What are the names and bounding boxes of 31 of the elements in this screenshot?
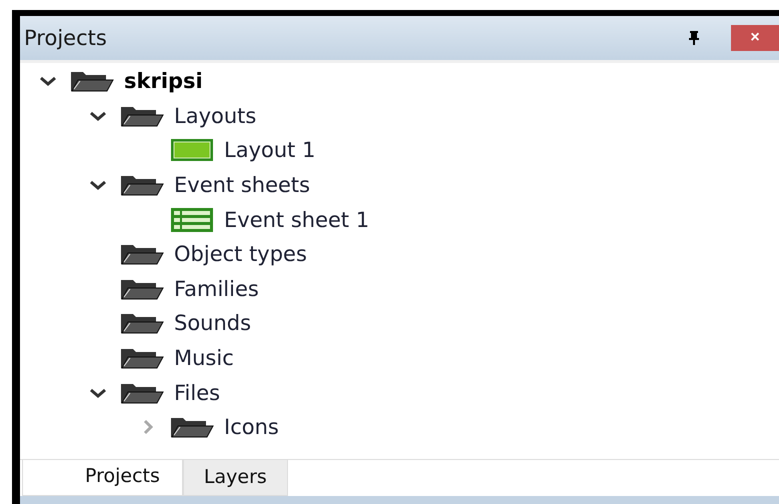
tree-item[interactable]: skripsi [124, 69, 203, 94]
tree-item[interactable]: Families [174, 276, 259, 301]
folder-icon [120, 243, 164, 266]
tree-item[interactable]: Music [174, 346, 234, 370]
folder-icon [120, 278, 164, 300]
chevron-down-icon[interactable] [89, 110, 107, 121]
chevron-down-icon[interactable] [89, 180, 107, 190]
folder-icon [170, 416, 214, 438]
tree-item[interactable]: Icons [224, 415, 279, 440]
chevron-down-icon[interactable] [89, 388, 107, 398]
pin-icon[interactable] [687, 30, 701, 46]
chevron-down-icon[interactable] [39, 76, 57, 86]
folder-icon [120, 104, 164, 127]
tree-item[interactable]: Event sheets [174, 173, 310, 198]
folder-icon [120, 382, 164, 404]
tree-item[interactable]: Object types [174, 242, 307, 266]
tree-item[interactable]: Sounds [174, 311, 252, 336]
folder-icon [120, 312, 164, 334]
folder-icon [120, 347, 164, 370]
panel-title: Projects [24, 26, 108, 50]
close-button[interactable]: × [731, 25, 779, 51]
panel-tab[interactable]: Layers [182, 460, 288, 496]
folder-icon [120, 174, 164, 196]
tree-item[interactable]: Layouts [174, 104, 256, 128]
tree-item[interactable]: Layout 1 [224, 138, 316, 162]
tree-item[interactable]: Event sheet 1 [224, 208, 370, 232]
folder-icon [70, 70, 114, 92]
tree-item[interactable]: Files [174, 380, 220, 405]
layout-icon [170, 138, 214, 162]
panel-tab[interactable]: Projects [22, 460, 183, 496]
event-sheet-icon [170, 206, 214, 233]
